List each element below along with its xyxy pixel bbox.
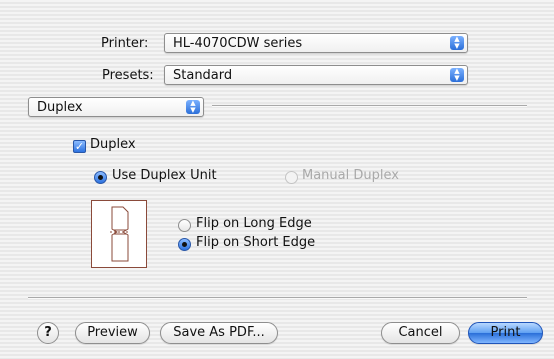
up-down-arrows-icon: ▲ ▼ bbox=[450, 36, 464, 50]
printer-popup-value: HL-4070CDW series bbox=[173, 36, 303, 51]
help-button[interactable]: ? bbox=[37, 322, 59, 344]
flip-short-edge-label: Flip on Short Edge bbox=[196, 235, 316, 250]
use-duplex-unit-label: Use Duplex Unit bbox=[112, 168, 217, 183]
panel-separator bbox=[212, 105, 527, 107]
flip-long-edge-label: Flip on Long Edge bbox=[196, 216, 312, 231]
duplex-flip-short-edge-icon bbox=[91, 200, 147, 268]
save-as-pdf-button-label: Save As PDF... bbox=[173, 325, 265, 340]
presets-popup[interactable]: Standard ▲ ▼ bbox=[164, 65, 468, 85]
question-mark-icon: ? bbox=[44, 325, 52, 340]
presets-label: Presets: bbox=[102, 68, 154, 83]
manual-duplex-label: Manual Duplex bbox=[302, 168, 399, 183]
duplex-checkbox-label: Duplex bbox=[90, 137, 136, 152]
preview-button-label: Preview bbox=[87, 325, 138, 340]
cancel-button[interactable]: Cancel bbox=[381, 322, 460, 344]
up-down-arrows-icon: ▲ ▼ bbox=[450, 68, 464, 82]
print-button-label: Print bbox=[490, 325, 521, 340]
manual-duplex-radio[interactable] bbox=[285, 171, 298, 184]
up-down-arrows-icon: ▲ ▼ bbox=[186, 100, 200, 114]
presets-popup-value: Standard bbox=[173, 68, 233, 83]
print-button[interactable]: Print bbox=[468, 322, 543, 344]
flip-short-edge-radio[interactable] bbox=[178, 238, 191, 251]
printer-popup[interactable]: HL-4070CDW series ▲ ▼ bbox=[164, 33, 468, 53]
duplex-checkbox[interactable]: ✓ bbox=[73, 140, 86, 153]
flip-long-edge-radio[interactable] bbox=[178, 219, 191, 232]
preview-button[interactable]: Preview bbox=[75, 322, 150, 344]
panel-popup[interactable]: Duplex ▲ ▼ bbox=[28, 97, 204, 117]
use-duplex-unit-radio[interactable] bbox=[94, 171, 107, 184]
cancel-button-label: Cancel bbox=[398, 325, 443, 340]
bottom-separator bbox=[28, 297, 527, 299]
panel-popup-value: Duplex bbox=[37, 100, 83, 115]
save-as-pdf-button[interactable]: Save As PDF... bbox=[160, 322, 278, 344]
printer-label: Printer: bbox=[101, 36, 149, 51]
